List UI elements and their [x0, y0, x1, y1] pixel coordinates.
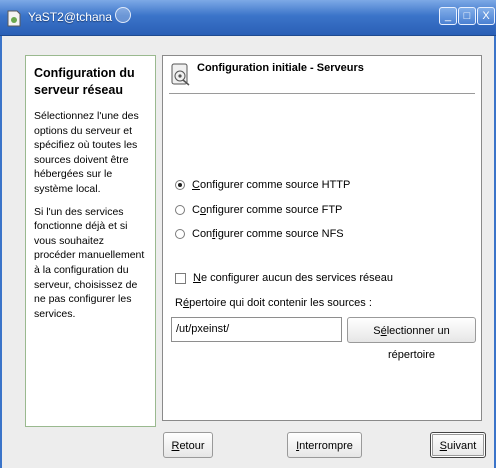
- radio-http[interactable]: Configurer comme source HTTP: [175, 177, 350, 193]
- radio-indicator[interactable]: [175, 229, 185, 239]
- close-button[interactable]: X: [477, 7, 495, 25]
- title-divider: [169, 93, 475, 94]
- radio-label: Configurer comme source NFS: [192, 228, 344, 240]
- select-directory-button[interactable]: Sélectionner un répertoire: [347, 317, 476, 361]
- radio-ftp[interactable]: Configurer comme source FTP: [175, 202, 342, 218]
- radio-label: Configurer comme source FTP: [192, 204, 343, 216]
- minimize-button[interactable]: _: [439, 7, 457, 25]
- maximize-button[interactable]: □: [458, 7, 476, 25]
- checkbox-indicator[interactable]: [175, 272, 186, 284]
- window-title: YaST2@tchana: [28, 10, 113, 24]
- help-paragraph: Sélectionnez l'une des options du serveu…: [34, 110, 139, 195]
- yast-app-icon: [7, 10, 21, 27]
- page-title: Configuration initiale - Serveurs: [197, 62, 364, 74]
- pin-icon[interactable]: [115, 7, 131, 23]
- help-title: Configuration du serveur réseau: [34, 66, 135, 97]
- abort-button[interactable]: Interrompre: [287, 432, 362, 458]
- radio-nfs[interactable]: Configurer comme source NFS: [175, 226, 344, 242]
- radio-label: Configurer comme source HTTP: [192, 179, 351, 191]
- directory-label: Répertoire qui doit contenir les sources…: [175, 297, 372, 309]
- next-button[interactable]: Suivant: [430, 432, 486, 458]
- source-directory-input[interactable]: /ut/pxeinst/: [171, 317, 342, 342]
- help-panel: Configuration du serveur réseau Sélectio…: [25, 55, 156, 427]
- main-panel: Configuration initiale - Serveurs Config…: [162, 55, 482, 421]
- window-titlebar[interactable]: YaST2@tchana _ □ X: [0, 0, 496, 36]
- radio-indicator[interactable]: [175, 205, 185, 215]
- no-services-checkbox[interactable]: Ne configurer aucun des services réseau: [175, 272, 393, 284]
- back-button[interactable]: Retour: [163, 432, 213, 458]
- radio-indicator[interactable]: [175, 180, 185, 190]
- server-config-icon: [171, 63, 190, 86]
- checkbox-label: Ne configurer aucun des services réseau: [193, 272, 393, 284]
- help-paragraph: Si l'un des services fonctionne déjà et …: [34, 205, 145, 320]
